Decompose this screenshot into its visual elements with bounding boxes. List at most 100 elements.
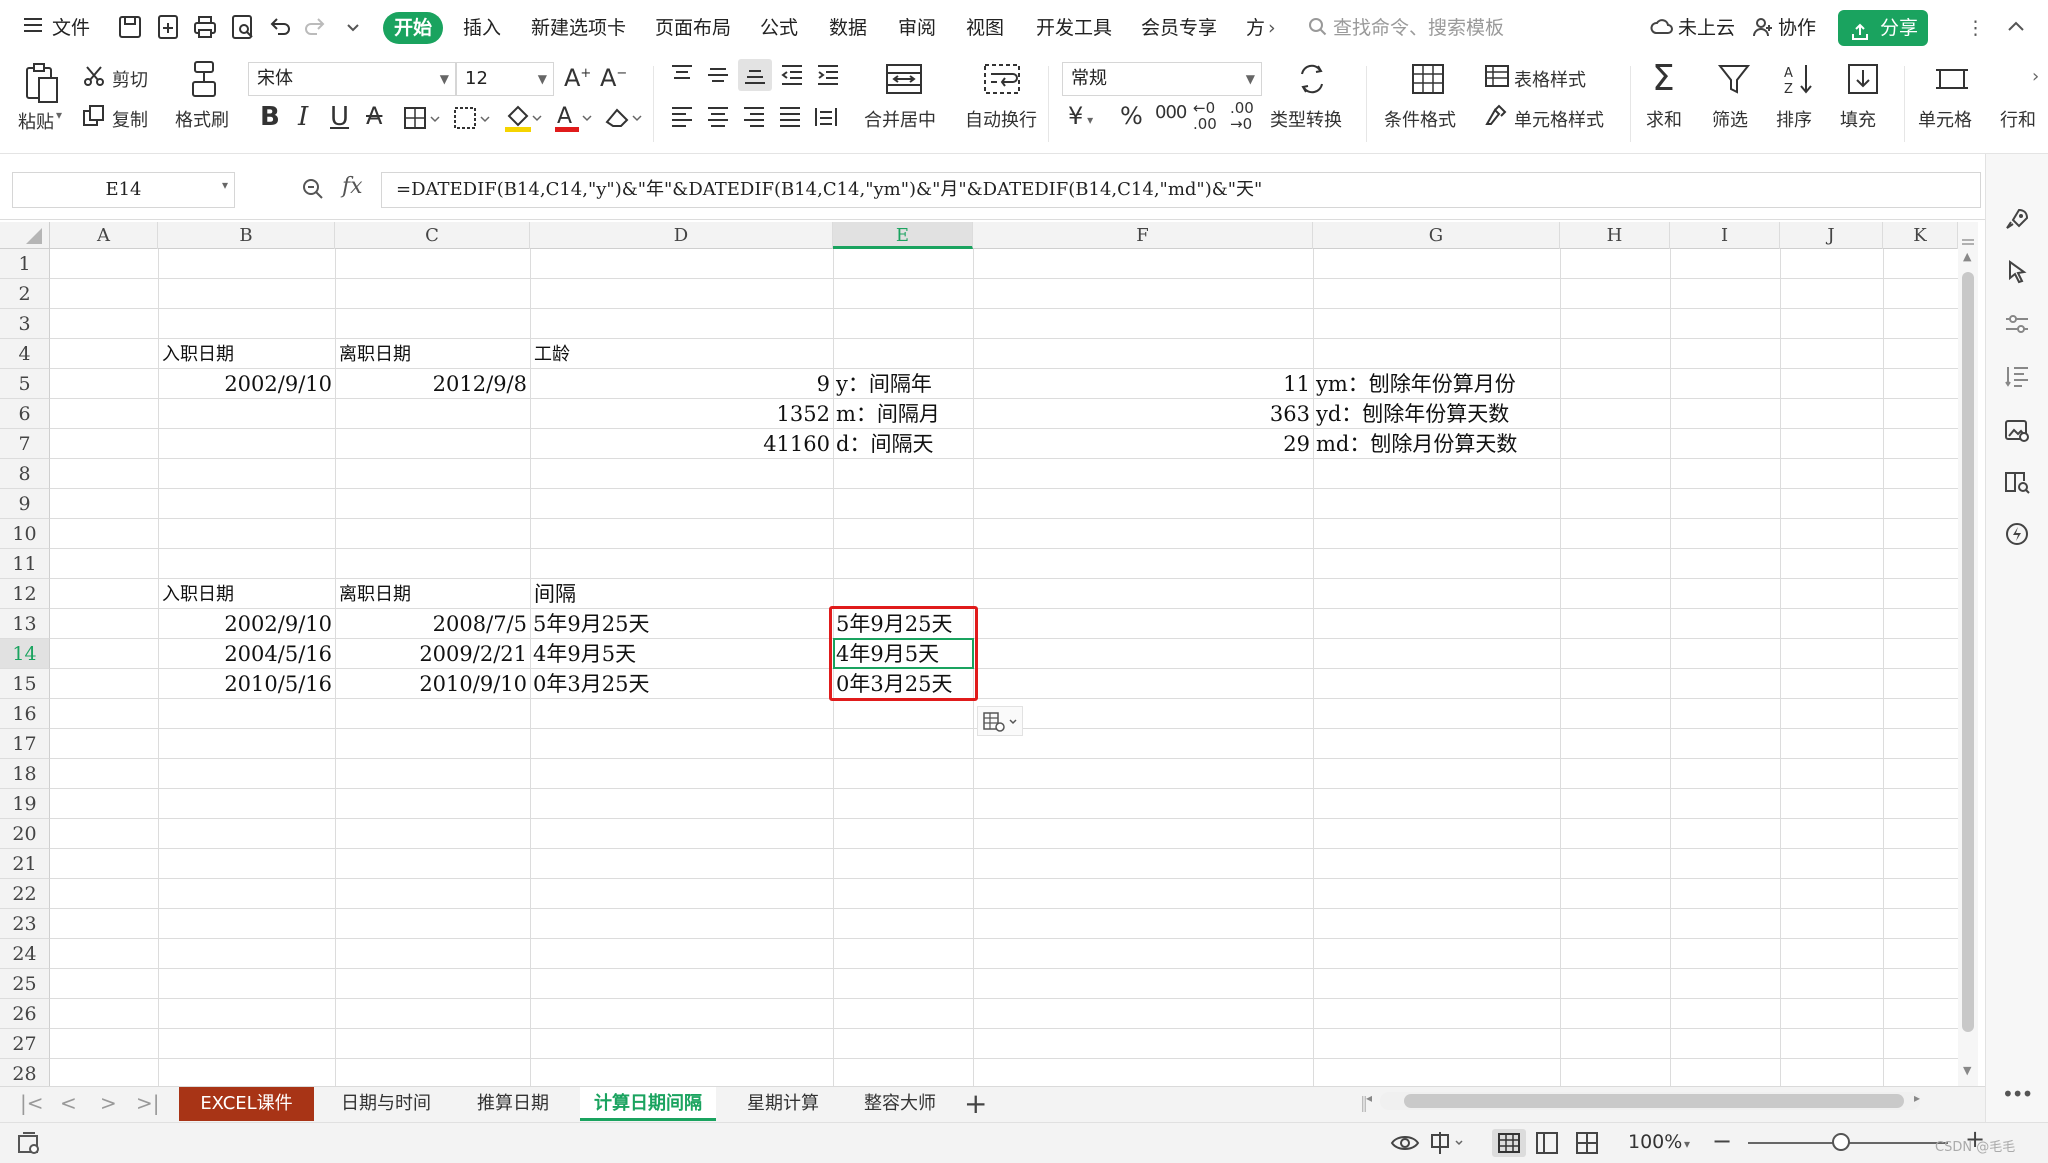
print-preview-icon[interactable] xyxy=(228,12,258,42)
row-col-button[interactable]: 行和 xyxy=(2000,106,2036,132)
ribbon-scroll-right-icon[interactable]: › xyxy=(2032,66,2039,87)
horizontal-scroll-thumb[interactable] xyxy=(1404,1094,1904,1108)
row-header-4[interactable]: 4 xyxy=(0,339,50,369)
select-cursor-icon[interactable] xyxy=(2003,258,2031,286)
scroll-down-icon[interactable]: ▼ xyxy=(1963,1064,1971,1077)
cell-b4[interactable]: 入职日期 xyxy=(162,339,234,369)
number-format-select[interactable]: 常规 ▼ xyxy=(1062,62,1262,96)
italic-icon[interactable]: I xyxy=(298,102,308,132)
book-search-icon[interactable] xyxy=(2003,468,2031,496)
column-header-d[interactable]: D xyxy=(530,222,833,249)
quick-access-dropdown-icon[interactable] xyxy=(338,12,368,42)
align-right-icon[interactable] xyxy=(740,104,768,130)
tab-developer[interactable]: 开发工具 xyxy=(1036,13,1112,43)
cell-button[interactable]: 单元格 xyxy=(1918,106,1972,132)
column-header-e[interactable]: E xyxy=(833,222,973,249)
font-color-icon[interactable]: A xyxy=(553,102,593,134)
cell-e5[interactable]: y：间隔年 xyxy=(836,369,932,399)
fill-icon[interactable] xyxy=(1846,62,1880,96)
page-layout-view-icon[interactable] xyxy=(1532,1131,1562,1160)
sheet-tab-weekday[interactable]: 星期计算 xyxy=(728,1087,838,1121)
cell-format-icon[interactable] xyxy=(453,106,491,132)
row-header-24[interactable]: 24 xyxy=(0,939,50,969)
spreadsheet-grid[interactable]: A B C D E F G H I J K 1 2 3 4 5 6 7 8 9 … xyxy=(0,222,1958,1086)
list-sort-icon[interactable] xyxy=(2003,362,2031,390)
tab-review[interactable]: 审阅 xyxy=(898,13,936,43)
currency-icon[interactable]: ¥ ▾ xyxy=(1068,102,1093,130)
filter-button[interactable]: 筛选 xyxy=(1712,106,1748,132)
wrap-text-icon[interactable] xyxy=(982,62,1022,96)
sheet-tab-infer-date[interactable]: 推算日期 xyxy=(458,1087,568,1121)
sheet-tab-master[interactable]: 整容大师 xyxy=(850,1087,950,1121)
merge-center-icon[interactable] xyxy=(884,62,924,96)
redo-icon[interactable] xyxy=(301,12,331,42)
undo-icon[interactable] xyxy=(264,12,294,42)
font-name-select[interactable]: 宋体 ▼ xyxy=(248,62,456,96)
strikethrough-icon[interactable]: A xyxy=(366,102,382,130)
tab-new-tab[interactable]: 新建选项卡 xyxy=(531,13,626,43)
cell-style-icon[interactable] xyxy=(1484,104,1510,128)
fill-button[interactable]: 填充 xyxy=(1840,106,1876,132)
more-options-icon[interactable]: ⋮ xyxy=(1966,13,1985,43)
filter-icon[interactable] xyxy=(1717,62,1751,96)
cell-b12[interactable]: 入职日期 xyxy=(162,579,234,609)
decrease-font-icon[interactable]: A− xyxy=(600,64,627,92)
search-input[interactable]: 查找命令、搜索模板 xyxy=(1333,13,1504,43)
adjust-sliders-icon[interactable] xyxy=(2003,310,2031,338)
increase-font-icon[interactable]: A+ xyxy=(564,64,591,92)
format-painter-icon[interactable] xyxy=(188,60,220,100)
sum-button[interactable]: 求和 xyxy=(1646,106,1682,132)
cell-g7[interactable]: md：刨除月份算天数 xyxy=(1316,429,1517,459)
cell-c15[interactable]: 2010/9/10 xyxy=(335,669,530,699)
merge-center-button[interactable]: 合并居中 xyxy=(864,106,936,132)
vertical-scrollbar[interactable]: ▲ ▼ xyxy=(1958,222,1978,1086)
column-header-j[interactable]: J xyxy=(1780,222,1883,249)
zoom-out-icon[interactable]: − xyxy=(1712,1127,1732,1155)
row-header-2[interactable]: 2 xyxy=(0,279,50,309)
cell-format-group-icon[interactable] xyxy=(1934,62,1970,96)
justify-icon[interactable] xyxy=(776,104,804,130)
sheet-tab-excel-course[interactable]: EXCEL课件 xyxy=(179,1087,314,1121)
cut-button[interactable]: 剪切 xyxy=(112,66,148,92)
table-style-icon[interactable] xyxy=(1484,64,1510,88)
scroll-right-icon[interactable]: ▸ xyxy=(1914,1091,1920,1105)
row-header-10[interactable]: 10 xyxy=(0,519,50,549)
export-pdf-icon[interactable] xyxy=(153,12,183,42)
row-header-17[interactable]: 17 xyxy=(0,729,50,759)
align-top-icon[interactable] xyxy=(668,62,696,88)
clear-format-icon[interactable] xyxy=(603,104,643,132)
row-header-21[interactable]: 21 xyxy=(0,849,50,879)
split-handle-icon[interactable] xyxy=(1962,230,1974,252)
column-header-k[interactable]: K xyxy=(1883,222,1958,249)
cell-e6[interactable]: m：间隔月 xyxy=(836,399,940,429)
file-menu[interactable]: 文件 xyxy=(52,13,90,43)
row-header-12[interactable]: 12 xyxy=(0,579,50,609)
sort-button[interactable]: 排序 xyxy=(1776,106,1812,132)
hamburger-menu-icon[interactable] xyxy=(22,14,44,41)
normal-view-icon[interactable] xyxy=(1492,1129,1526,1157)
cell-d4[interactable]: 工龄 xyxy=(534,339,570,369)
tab-page-layout[interactable]: 页面布局 xyxy=(655,13,731,43)
zoom-dropdown-icon[interactable]: ▾ xyxy=(1684,1137,1690,1151)
settings-gear-icon[interactable] xyxy=(2003,520,2031,548)
paste-options-button[interactable] xyxy=(977,706,1023,736)
cell-c13[interactable]: 2008/7/5 xyxy=(335,609,530,639)
type-convert-icon[interactable] xyxy=(1294,62,1330,96)
cell-d7[interactable]: 41160 xyxy=(530,429,833,459)
row-header-3[interactable]: 3 xyxy=(0,309,50,339)
cell-c5[interactable]: 2012/9/8 xyxy=(335,369,530,399)
cell-b15[interactable]: 2010/5/16 xyxy=(158,669,335,699)
cell-d15[interactable]: 0年3月25天 xyxy=(533,669,649,699)
increase-indent-icon[interactable] xyxy=(814,62,842,88)
insert-function-icon[interactable]: fx xyxy=(342,174,363,199)
wrap-text-button[interactable]: 自动换行 xyxy=(965,106,1037,132)
row-header-26[interactable]: 26 xyxy=(0,999,50,1029)
sum-icon[interactable]: Σ xyxy=(1652,58,1675,99)
prev-sheet-icon[interactable]: < xyxy=(60,1091,77,1115)
collapse-ribbon-icon[interactable] xyxy=(2005,16,2027,43)
column-header-b[interactable]: B xyxy=(158,222,335,249)
cell-c4[interactable]: 离职日期 xyxy=(339,339,411,369)
cell-f7[interactable]: 29 xyxy=(973,429,1313,459)
vertical-scroll-thumb[interactable] xyxy=(1962,272,1974,1032)
row-header-23[interactable]: 23 xyxy=(0,909,50,939)
